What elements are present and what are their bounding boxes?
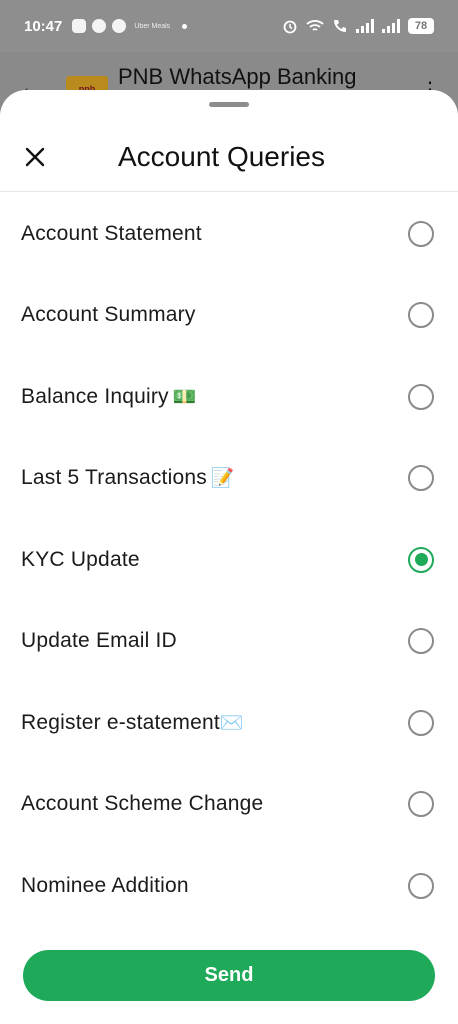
radio-button[interactable]: [408, 302, 434, 329]
option-nominee-addition[interactable]: Nominee Addition: [0, 845, 458, 927]
option-account-statement[interactable]: Account Statement: [0, 193, 458, 275]
radio-button[interactable]: [408, 628, 434, 655]
radio-button[interactable]: [408, 220, 434, 247]
option-label: Account Scheme Change: [21, 792, 264, 816]
close-icon[interactable]: [0, 147, 70, 167]
option-label: Last 5 Transactions: [21, 466, 207, 490]
option-account-summary[interactable]: Account Summary: [0, 275, 458, 357]
option-balance-inquiry[interactable]: Balance Inquiry 💵: [0, 356, 458, 438]
sheet-header: Account Queries: [0, 122, 458, 192]
sheet-title: Account Queries: [118, 140, 325, 172]
radio-button[interactable]: [408, 709, 434, 736]
option-label: Register e-statement: [21, 710, 220, 734]
option-register-e-statement[interactable]: Register e-statement ✉️: [0, 682, 458, 764]
alarm-icon: [283, 20, 297, 34]
more-notifications-dot: [182, 23, 188, 29]
option-update-email-id[interactable]: Update Email ID: [0, 601, 458, 683]
wifi-icon: [306, 20, 324, 31]
money-emoji-icon: 💵: [172, 386, 197, 408]
account-queries-sheet: Account Queries Account Statement Accoun…: [0, 90, 458, 1024]
option-label: Account Statement: [21, 221, 202, 245]
option-label: Update Email ID: [21, 629, 177, 653]
status-system-icons: 78: [282, 18, 434, 34]
option-label: Balance Inquiry: [21, 384, 169, 408]
status-notification-icons: Uber Meals: [72, 19, 188, 33]
send-button[interactable]: Send: [23, 950, 435, 1001]
call-icon: [334, 20, 346, 32]
radio-button[interactable]: [408, 872, 434, 899]
radio-button[interactable]: [408, 791, 434, 818]
battery-icon: 78: [408, 18, 434, 34]
app-notification-icon: [72, 19, 87, 33]
app-notification-icon-2: [112, 19, 127, 33]
radio-button-selected[interactable]: [408, 546, 434, 573]
options-list: Account Statement Account Summary Balanc…: [0, 193, 458, 927]
memo-emoji-icon: 📝: [210, 468, 235, 490]
radio-button[interactable]: [408, 465, 434, 492]
sheet-drag-handle[interactable]: [209, 102, 249, 107]
signal-icon-2: [382, 19, 400, 33]
option-account-scheme-change[interactable]: Account Scheme Change: [0, 764, 458, 846]
option-last-5-transactions[interactable]: Last 5 Transactions 📝: [0, 438, 458, 520]
option-label: KYC Update: [21, 547, 140, 571]
option-label: Account Summary: [21, 303, 196, 327]
chat-title: PNB WhatsApp Banking: [118, 64, 357, 89]
signal-icon: [356, 19, 374, 33]
radio-button[interactable]: [408, 383, 434, 410]
status-time: 10:47: [24, 17, 63, 35]
option-kyc-update[interactable]: KYC Update: [0, 519, 458, 601]
option-label: Nominee Addition: [21, 873, 189, 897]
envelope-emoji-icon: ✉️: [219, 712, 244, 734]
notification-text: Uber Meals: [134, 22, 171, 30]
whatsapp-notification-icon: [92, 19, 107, 33]
status-bar: 10:47 Uber Meals 78: [0, 0, 458, 52]
